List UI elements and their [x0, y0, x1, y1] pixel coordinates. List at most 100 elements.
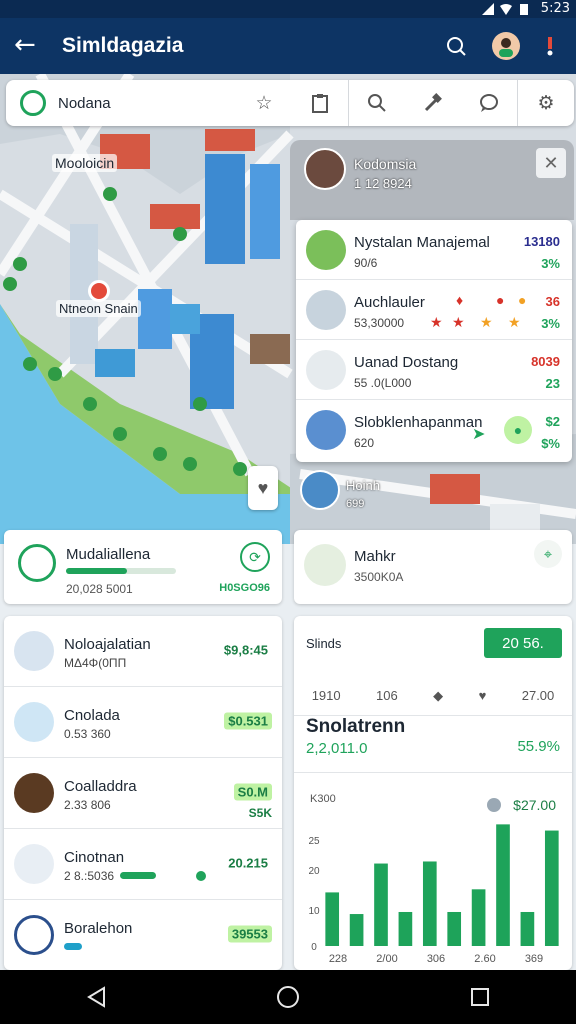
toggle-icon[interactable]: ● — [504, 416, 532, 444]
chart-ytick: 0 — [311, 942, 317, 953]
item-progress-bar — [120, 872, 156, 879]
battery-icon — [520, 3, 528, 15]
budget-card[interactable]: Mudaliallena 20,028 5001 H0SGO96 ⟳ — [4, 530, 282, 604]
chart-bar — [374, 863, 388, 946]
item-sub: 2 8.:5036 — [64, 869, 115, 883]
house-icon — [306, 350, 346, 390]
chart-price-label: $27.00 — [513, 797, 556, 813]
resource-item[interactable]: Uanad Dostang 55 .0(L000 8039 23 — [296, 340, 572, 400]
resource-name: Auchlauler — [354, 294, 425, 311]
crate-icon — [14, 773, 54, 813]
map-label-station[interactable]: Ntneon Snain — [56, 300, 141, 317]
factory-icon — [306, 290, 346, 330]
item-name: Boralehon — [64, 920, 133, 937]
location-pin-icon[interactable]: ⌖ — [534, 540, 562, 568]
stats-row-value: 27.00 — [521, 688, 555, 703]
signal-icon — [482, 3, 494, 15]
chart-bar — [422, 861, 437, 946]
chart-bar — [349, 914, 364, 946]
search-icon[interactable] — [349, 80, 405, 126]
location-name: Nodana — [58, 94, 111, 112]
chart-bar — [544, 830, 559, 946]
chart-bar — [398, 911, 413, 946]
item-value: $9,8:45 — [223, 642, 268, 658]
item-sub: 0.53 360 — [64, 727, 111, 741]
list-item[interactable]: Cnolada 0.53 360 $0.531 — [4, 687, 282, 758]
item-sub: 2.33 806 — [64, 798, 111, 812]
chat-icon[interactable] — [461, 80, 517, 126]
list-item[interactable]: Coalladdra 2.33 806 S0.M S5K — [4, 758, 282, 829]
clipboard-icon[interactable] — [292, 80, 348, 126]
stats-row-value: 1910 — [311, 688, 341, 703]
vehicle-icon — [304, 544, 346, 586]
star-gold-icon: ★ — [480, 314, 493, 330]
chart-bar — [496, 824, 510, 946]
search-alert-icon[interactable] — [442, 32, 470, 60]
resource-item[interactable]: Slobklenhapanman 620 ➤ ● $2 $% — [296, 400, 572, 460]
market-card[interactable]: Mahkr 3500K0A ⌖ — [294, 530, 572, 604]
resource-change: $% — [541, 436, 560, 451]
item-sub: MΔ4Φ(0ΠΠ — [64, 656, 127, 670]
district-panel: Kodomsia 1 12 8924 ✕ — [290, 140, 574, 220]
profile-avatar-icon[interactable] — [492, 32, 520, 60]
resource-change: 23 — [545, 376, 560, 391]
star-red-icon: ★ — [430, 314, 443, 330]
nav-recents-icon[interactable] — [450, 972, 510, 1022]
chart-xtick: 306 — [427, 953, 445, 965]
chart-ytick: 10 — [308, 906, 320, 917]
item-name: Coalladdra — [64, 778, 137, 795]
chart-bar — [447, 911, 462, 946]
arrows-icon: ➤ — [472, 426, 486, 443]
budget-progress-bar — [66, 568, 176, 574]
map-label-district[interactable]: Mooloicin — [52, 154, 118, 172]
resource-change: 3% — [541, 256, 560, 271]
stats-badge[interactable]: 20 56. — [484, 628, 562, 658]
app-bar: ← Simldagazia — [0, 18, 576, 74]
heart-icon: ♥ — [478, 688, 487, 703]
chart-ytick: 25 — [308, 836, 320, 847]
star-icon[interactable]: ☆ — [236, 80, 292, 126]
bar-chart: K300 $27.00 0 10 20 25 228 2/00 306 2.60 369 — [308, 793, 559, 965]
building-bubble-name: Hoinh — [346, 478, 380, 493]
notification-icon[interactable] — [540, 32, 560, 60]
hammer-icon[interactable] — [405, 80, 461, 126]
chart-xtick: 2.60 — [474, 953, 495, 965]
chart-bar — [325, 892, 340, 946]
flag-icon: ♦ — [456, 292, 464, 308]
map-heart-pin-icon[interactable]: ♥ — [248, 466, 278, 510]
resource-change: 3% — [541, 316, 560, 331]
stats-title: Slinds — [306, 636, 342, 651]
list-item[interactable]: Noloajalatian MΔ4Φ(0ΠΠ $9,8:45 — [4, 616, 282, 687]
sailboat-icon — [14, 702, 54, 742]
stats-percent: 55.9% — [517, 738, 560, 755]
resource-value: $2 — [545, 414, 560, 429]
pie-icon — [487, 798, 501, 812]
resource-item[interactable]: Auchlauler 53,30000 ♦ ★ ★ ● ● ★ ★ 36 3% — [296, 280, 572, 340]
budget-value: 20,028 5001 — [66, 582, 133, 596]
resource-name: Uanad Dostang — [354, 354, 459, 371]
resource-name: Slobklenhapanman — [354, 414, 483, 431]
resource-value: 36 — [545, 294, 560, 309]
tower-icon — [306, 410, 346, 450]
nav-back-icon[interactable] — [66, 972, 126, 1022]
map-pin-icon[interactable] — [88, 280, 110, 302]
resource-sub: 53,30000 — [354, 316, 405, 330]
building-bubble-icon[interactable] — [300, 470, 340, 510]
resource-item[interactable]: Nystalan Manajemal 90/6 13180 3% — [296, 220, 572, 280]
office-icon — [14, 844, 54, 884]
location-brand[interactable]: Nodana — [6, 90, 236, 116]
district-name: Kodomsia — [354, 156, 417, 172]
back-arrow-icon[interactable]: ← — [14, 30, 36, 60]
settings-gear-icon[interactable]: ⚙ — [518, 80, 574, 126]
status-dot-icon — [196, 871, 206, 881]
list-item[interactable]: Cinotnan 2 8.:5036 20.215 — [4, 829, 282, 900]
list-item[interactable]: Boralehon 39553 — [4, 900, 282, 970]
gem-icon: ● — [496, 292, 505, 308]
item-progress-bar — [64, 943, 82, 950]
resource-value: 13180 — [523, 234, 560, 249]
nav-home-icon[interactable] — [258, 972, 318, 1022]
timer-icon[interactable]: ⟳ — [240, 542, 270, 572]
close-icon[interactable]: ✕ — [536, 148, 566, 178]
wifi-icon — [500, 3, 512, 15]
district-avatar — [304, 148, 346, 190]
